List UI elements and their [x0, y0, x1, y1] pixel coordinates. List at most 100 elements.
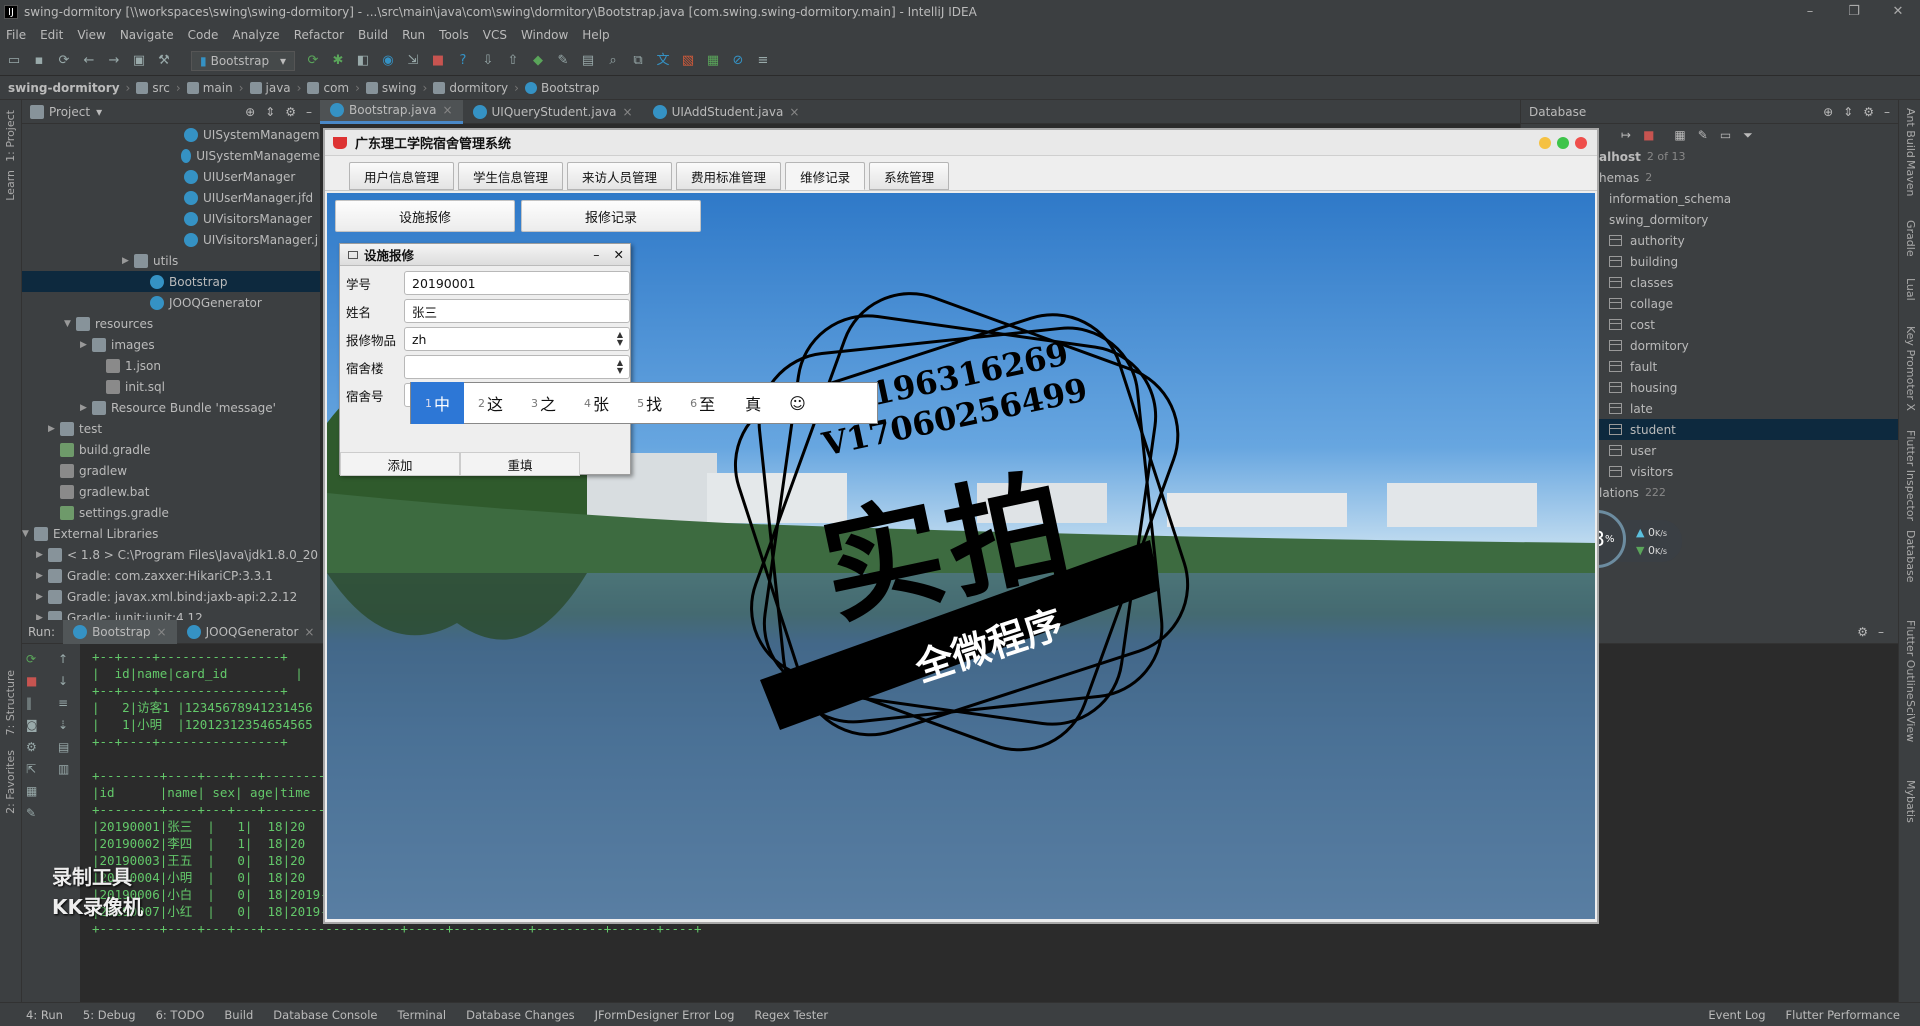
- chevron-down-icon[interactable]: ▾: [96, 105, 102, 119]
- gear-icon[interactable]: ⚙: [1857, 625, 1868, 639]
- ime-candidate[interactable]: 4张: [570, 382, 623, 424]
- ime-candidate[interactable]: 1中: [411, 382, 465, 424]
- status-item-database-console[interactable]: Database Console: [273, 1008, 377, 1022]
- menu-item-run[interactable]: Run: [402, 28, 425, 42]
- menu-item-vcs[interactable]: VCS: [483, 28, 507, 42]
- db-table-cost[interactable]: cost: [1599, 314, 1898, 335]
- close-tab-icon[interactable]: ×: [623, 105, 633, 119]
- structure-tool-tab[interactable]: 7: Structure: [4, 670, 17, 735]
- chevron-right-icon[interactable]: ▶: [48, 424, 60, 434]
- breadcrumb-item[interactable]: Bootstrap: [541, 81, 599, 95]
- right-tool-tab[interactable]: Database: [1904, 530, 1917, 583]
- db-table-student[interactable]: student: [1599, 419, 1898, 440]
- rerun-icon[interactable]: ⟳: [26, 652, 50, 666]
- hide-icon[interactable]: –: [306, 105, 312, 119]
- breadcrumb-item[interactable]: com: [323, 81, 349, 95]
- back-icon[interactable]: ←: [81, 53, 97, 69]
- tree-item[interactable]: build.gradle: [22, 439, 320, 460]
- project-structure-icon[interactable]: ▤: [580, 53, 596, 69]
- gear-icon[interactable]: ⚙: [1863, 105, 1874, 119]
- close-tab-icon[interactable]: ×: [789, 105, 799, 119]
- menu-item-window[interactable]: Window: [521, 28, 568, 42]
- locate-icon[interactable]: ⊕: [245, 105, 255, 119]
- tree-item[interactable]: Bootstrap: [22, 271, 320, 292]
- chevron-right-icon[interactable]: ▶: [122, 256, 134, 266]
- help-icon[interactable]: ?: [455, 53, 471, 69]
- tree-item[interactable]: 1.json: [22, 355, 320, 376]
- chevron-right-icon[interactable]: ▶: [36, 592, 48, 602]
- app-tab[interactable]: 维修记录: [785, 162, 866, 190]
- db-relations[interactable]: lations 222: [1599, 482, 1898, 503]
- tree-item[interactable]: UISystemManagem: [22, 124, 320, 145]
- app-tab[interactable]: 来访人员管理: [567, 162, 673, 190]
- maximize-dot-icon[interactable]: [1557, 137, 1569, 149]
- db-table-dormitory[interactable]: dormitory: [1599, 335, 1898, 356]
- status-item-build[interactable]: Build: [224, 1008, 253, 1022]
- stop-icon[interactable]: ■: [1643, 128, 1654, 142]
- chevron-right-icon[interactable]: ▶: [80, 403, 92, 413]
- menu-item-view[interactable]: View: [77, 28, 105, 42]
- collapse-icon[interactable]: ⇕: [265, 105, 275, 119]
- wrap-icon[interactable]: ≡: [58, 696, 82, 710]
- db-table-visitors[interactable]: visitors: [1599, 461, 1898, 482]
- run-config-select[interactable]: ▮ Bootstrap ▾: [191, 50, 295, 71]
- pin-icon[interactable]: ✎: [26, 806, 50, 820]
- db-schema[interactable]: information_schema: [1599, 188, 1898, 209]
- db-table-authority[interactable]: authority: [1599, 230, 1898, 251]
- hide-icon[interactable]: –: [1878, 625, 1884, 639]
- menu-item-help[interactable]: Help: [582, 28, 609, 42]
- coverage-icon[interactable]: ◧: [355, 53, 371, 69]
- editor-tab-bootstrap-java[interactable]: Bootstrap.java ×: [320, 99, 463, 124]
- wrench-icon[interactable]: ✎: [555, 53, 571, 69]
- exit-icon[interactable]: ⇱: [26, 762, 50, 776]
- tree-item[interactable]: init.sql: [22, 376, 320, 397]
- repair-records-button[interactable]: 报修记录: [521, 200, 701, 232]
- pause-icon[interactable]: ‖: [26, 696, 50, 710]
- tree-item[interactable]: settings.gradle: [22, 502, 320, 523]
- status-item-event-log[interactable]: Event Log: [1708, 1008, 1765, 1022]
- office-icon[interactable]: ▧: [680, 53, 696, 69]
- db-table-collage[interactable]: collage: [1599, 293, 1898, 314]
- list-icon[interactable]: ≡: [755, 53, 771, 69]
- close-icon[interactable]: ✕: [1876, 0, 1920, 24]
- form-input[interactable]: 张三: [404, 299, 630, 323]
- reset-button[interactable]: 重填: [460, 452, 580, 476]
- collapse-icon[interactable]: ⇕: [1843, 105, 1853, 119]
- tree-item[interactable]: UISystemManageme: [22, 145, 320, 166]
- minimize-icon[interactable]: –: [593, 247, 599, 262]
- close-tab-icon[interactable]: ×: [157, 625, 167, 639]
- menu-item-file[interactable]: File: [6, 28, 26, 42]
- tree-item[interactable]: ▶ Gradle: javax.xml.bind:jaxb-api:2.2.12: [22, 586, 320, 607]
- translate-icon[interactable]: 文: [655, 53, 671, 69]
- camera-icon[interactable]: ◙: [26, 718, 50, 732]
- db-table-user[interactable]: user: [1599, 440, 1898, 461]
- breadcrumb-item[interactable]: dormitory: [449, 81, 508, 95]
- spinner-arrows-icon[interactable]: ▲▼: [617, 359, 623, 375]
- emoji-icon[interactable]: ☺: [775, 382, 820, 424]
- attach-icon[interactable]: ⇲: [405, 53, 421, 69]
- chevron-down-icon[interactable]: ▼: [64, 319, 76, 329]
- run-tab-jooqgenerator[interactable]: JOOQGenerator ×: [177, 620, 325, 644]
- chevron-down-icon[interactable]: ▼: [22, 529, 34, 539]
- right-tool-tab[interactable]: Lual: [1904, 278, 1917, 301]
- menu-item-analyze[interactable]: Analyze: [232, 28, 279, 42]
- forward-icon[interactable]: →: [106, 53, 122, 69]
- table-icon[interactable]: ▦: [1674, 128, 1685, 142]
- chevron-right-icon[interactable]: ▶: [36, 550, 48, 560]
- vcs-commit-icon[interactable]: ⇧: [505, 53, 521, 69]
- db-table-late[interactable]: late: [1599, 398, 1898, 419]
- right-tool-tab[interactable]: SciView: [1904, 700, 1917, 742]
- db-schemas[interactable]: hemas 2: [1599, 167, 1898, 188]
- menu-item-edit[interactable]: Edit: [40, 28, 63, 42]
- scroll-end-icon[interactable]: ⇣: [58, 718, 82, 732]
- right-tool-tab[interactable]: Flutter Inspector: [1904, 430, 1917, 521]
- status-item-terminal[interactable]: Terminal: [397, 1008, 446, 1022]
- tree-item[interactable]: ▶ < 1.8 > C:\Program Files\Java\jdk1.8.0_…: [22, 544, 320, 565]
- db-table-building[interactable]: building: [1599, 251, 1898, 272]
- menu-item-navigate[interactable]: Navigate: [120, 28, 174, 42]
- menu-item-code[interactable]: Code: [188, 28, 219, 42]
- app-tab[interactable]: 学生信息管理: [458, 162, 564, 190]
- ime-candidate[interactable]: 真: [729, 382, 775, 424]
- ime-candidate[interactable]: 3之: [517, 382, 570, 424]
- close-tab-icon[interactable]: ×: [304, 625, 314, 639]
